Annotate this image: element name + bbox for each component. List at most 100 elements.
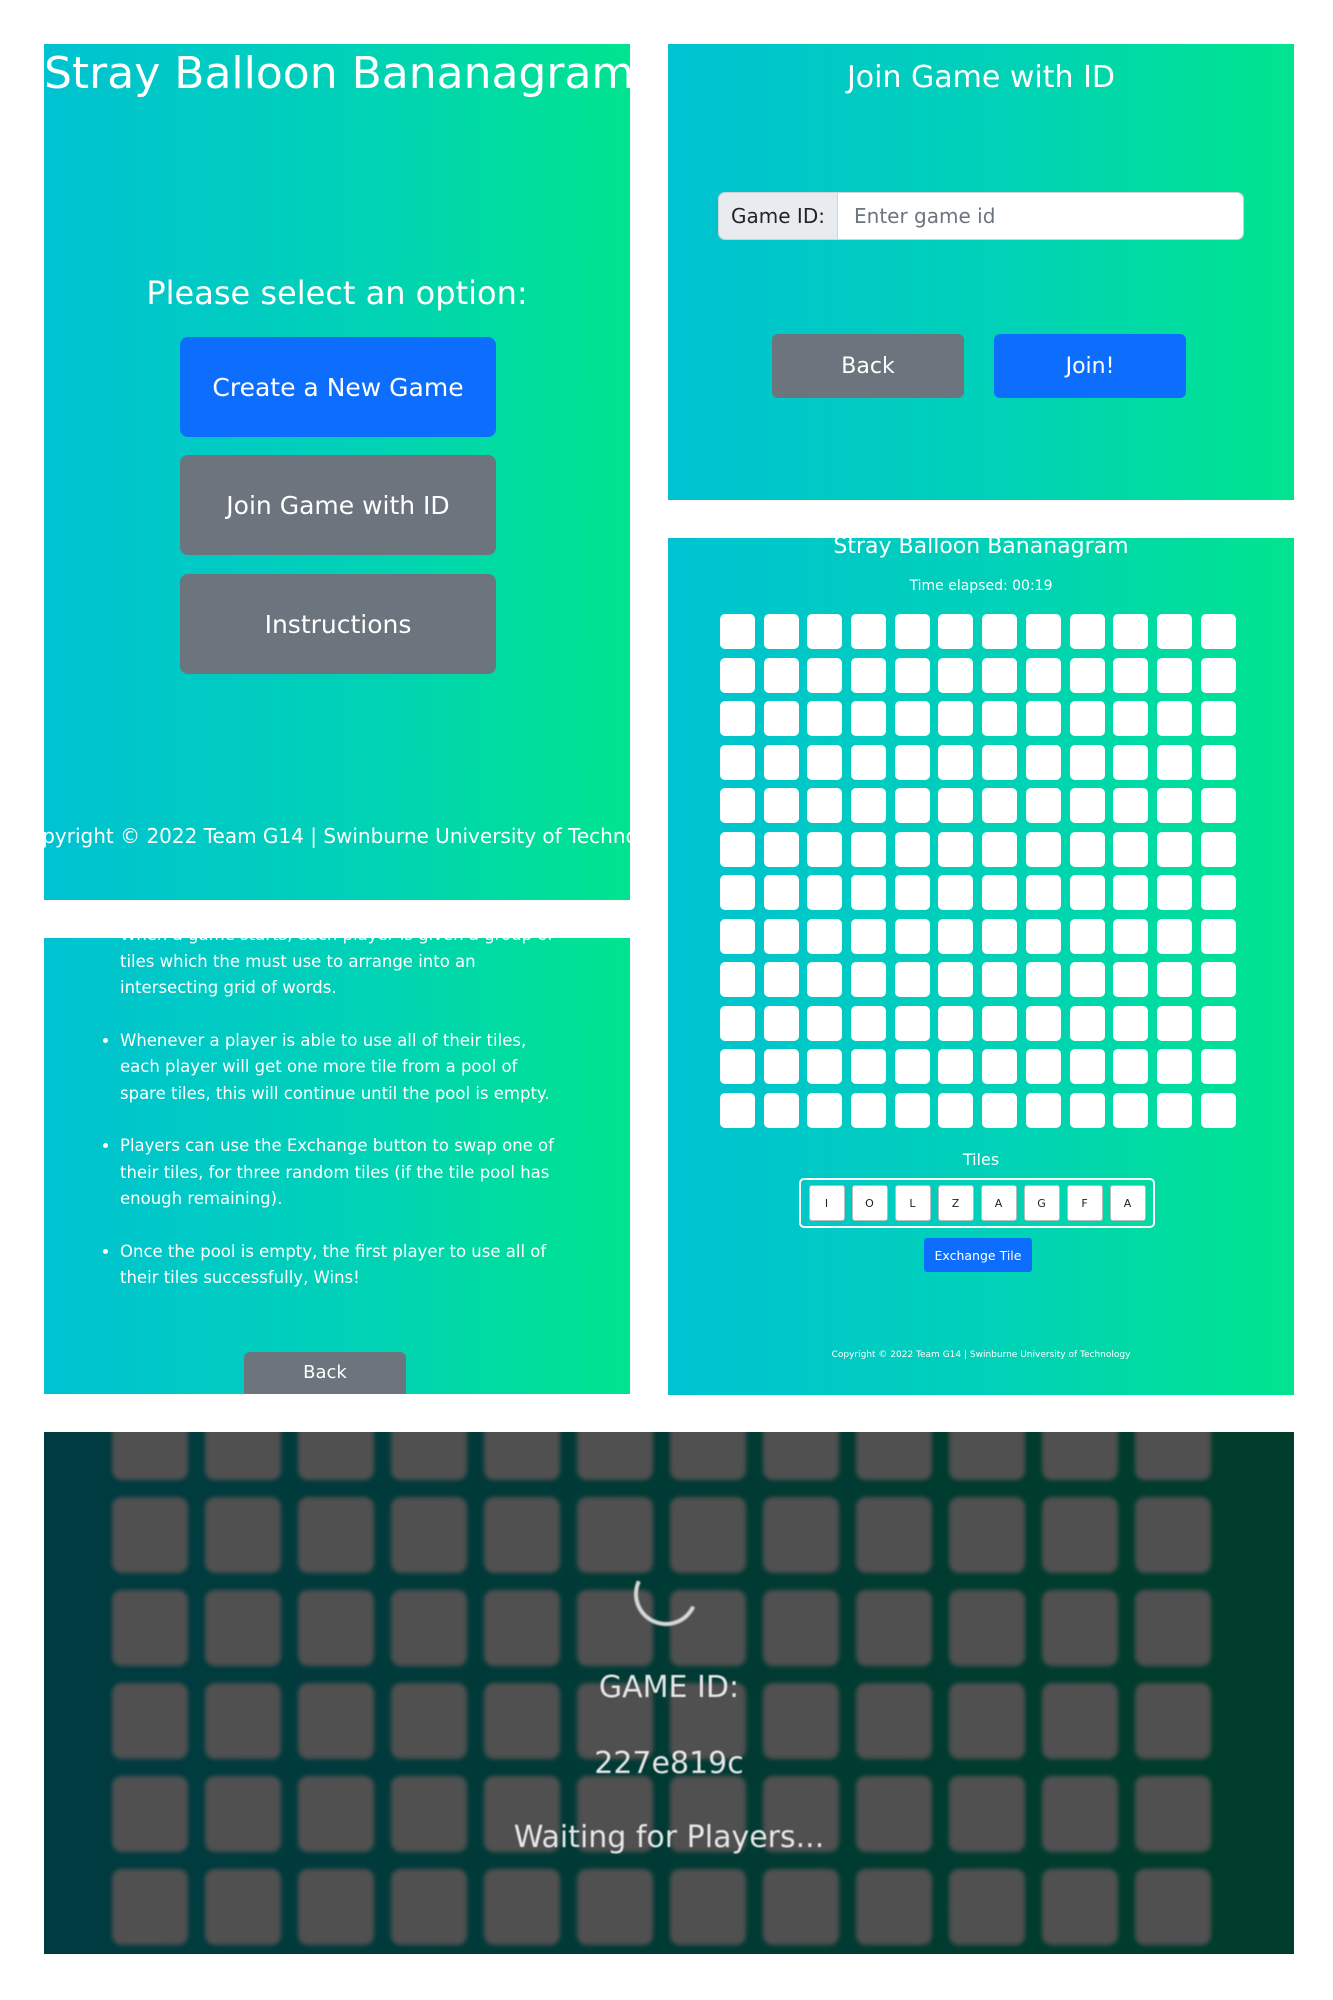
- board-cell[interactable]: [1069, 962, 1105, 997]
- board-cell[interactable]: [763, 962, 799, 997]
- board-cell[interactable]: [982, 1092, 1018, 1128]
- board-cell[interactable]: [807, 1005, 843, 1041]
- board-cell[interactable]: [938, 614, 974, 649]
- board-cell[interactable]: [938, 962, 974, 997]
- board-cell[interactable]: [1156, 1092, 1192, 1128]
- board-cell[interactable]: [1069, 1049, 1105, 1084]
- board-cell[interactable]: [1156, 701, 1192, 736]
- board-cell[interactable]: [1200, 744, 1236, 780]
- board-cell[interactable]: [763, 744, 799, 780]
- board-cell[interactable]: [763, 657, 799, 693]
- create-game-button[interactable]: Create a New Game: [180, 337, 496, 437]
- board-cell[interactable]: [1113, 1005, 1149, 1041]
- board-cell[interactable]: [851, 1049, 887, 1084]
- board-cell[interactable]: [1025, 657, 1061, 693]
- board-cell[interactable]: [1113, 831, 1149, 867]
- board-cell[interactable]: [851, 701, 887, 736]
- board-cell[interactable]: [894, 1092, 930, 1128]
- board-cell[interactable]: [1069, 1092, 1105, 1128]
- letter-tile[interactable]: G: [1023, 1185, 1060, 1221]
- board-cell[interactable]: [1113, 1049, 1149, 1084]
- board-cell[interactable]: [720, 1049, 755, 1084]
- back-button[interactable]: Back: [244, 1352, 406, 1394]
- board-cell[interactable]: [1069, 701, 1105, 736]
- board-cell[interactable]: [1069, 744, 1105, 780]
- board-cell[interactable]: [851, 744, 887, 780]
- board-cell[interactable]: [807, 788, 843, 823]
- board-cell[interactable]: [1113, 788, 1149, 823]
- board-cell[interactable]: [982, 788, 1018, 823]
- board-cell[interactable]: [807, 657, 843, 693]
- board-cell[interactable]: [1156, 657, 1192, 693]
- board-cell[interactable]: [763, 831, 799, 867]
- board-cell[interactable]: [894, 962, 930, 997]
- board-cell[interactable]: [1025, 614, 1061, 649]
- board-cell[interactable]: [982, 962, 1018, 997]
- board-cell[interactable]: [982, 744, 1018, 780]
- board-cell[interactable]: [1069, 918, 1105, 954]
- board-cell[interactable]: [1200, 918, 1236, 954]
- board-cell[interactable]: [851, 962, 887, 997]
- board-cell[interactable]: [720, 701, 755, 736]
- board-cell[interactable]: [1200, 1092, 1236, 1128]
- board-cell[interactable]: [807, 701, 843, 736]
- board-cell[interactable]: [1069, 788, 1105, 823]
- board-cell[interactable]: [1200, 614, 1236, 649]
- board-cell[interactable]: [1069, 614, 1105, 649]
- board-cell[interactable]: [1156, 614, 1192, 649]
- board-cell[interactable]: [938, 657, 974, 693]
- board-cell[interactable]: [1069, 1005, 1105, 1041]
- board-cell[interactable]: [720, 744, 755, 780]
- board-cell[interactable]: [763, 701, 799, 736]
- board-cell[interactable]: [894, 1005, 930, 1041]
- board-cell[interactable]: [763, 918, 799, 954]
- board-cell[interactable]: [982, 1049, 1018, 1084]
- board-cell[interactable]: [1113, 701, 1149, 736]
- board-cell[interactable]: [1200, 831, 1236, 867]
- board-cell[interactable]: [982, 657, 1018, 693]
- board-cell[interactable]: [720, 614, 755, 649]
- board-cell[interactable]: [1156, 918, 1192, 954]
- board-cell[interactable]: [763, 1092, 799, 1128]
- board-cell[interactable]: [1025, 788, 1061, 823]
- board-cell[interactable]: [1113, 875, 1149, 910]
- board-cell[interactable]: [1025, 875, 1061, 910]
- board-cell[interactable]: [851, 875, 887, 910]
- back-button[interactable]: Back: [772, 334, 964, 398]
- board-cell[interactable]: [1113, 744, 1149, 780]
- letter-tile[interactable]: I: [808, 1185, 845, 1221]
- board-cell[interactable]: [894, 918, 930, 954]
- board-cell[interactable]: [982, 1005, 1018, 1041]
- board-cell[interactable]: [720, 875, 755, 910]
- letter-tile[interactable]: A: [980, 1185, 1017, 1221]
- board-cell[interactable]: [894, 744, 930, 780]
- join-game-button[interactable]: Join Game with ID: [180, 455, 496, 555]
- board-cell[interactable]: [1025, 1005, 1061, 1041]
- board-cell[interactable]: [1200, 701, 1236, 736]
- board-cell[interactable]: [938, 875, 974, 910]
- board-cell[interactable]: [1025, 831, 1061, 867]
- board-cell[interactable]: [807, 962, 843, 997]
- board-cell[interactable]: [1156, 788, 1192, 823]
- board-cell[interactable]: [807, 918, 843, 954]
- board-cell[interactable]: [982, 875, 1018, 910]
- board-cell[interactable]: [1025, 1049, 1061, 1084]
- board-cell[interactable]: [720, 831, 755, 867]
- board-cell[interactable]: [1200, 788, 1236, 823]
- board-cell[interactable]: [720, 918, 755, 954]
- board-cell[interactable]: [807, 875, 843, 910]
- board-cell[interactable]: [938, 1092, 974, 1128]
- board-cell[interactable]: [851, 614, 887, 649]
- game-id-input[interactable]: [838, 193, 1243, 239]
- board-cell[interactable]: [851, 918, 887, 954]
- board-cell[interactable]: [807, 614, 843, 649]
- board-cell[interactable]: [1025, 744, 1061, 780]
- board-cell[interactable]: [1156, 831, 1192, 867]
- board-cell[interactable]: [982, 701, 1018, 736]
- board-cell[interactable]: [1113, 962, 1149, 997]
- board-cell[interactable]: [938, 744, 974, 780]
- board-cell[interactable]: [1156, 962, 1192, 997]
- board-cell[interactable]: [720, 788, 755, 823]
- board-cell[interactable]: [851, 788, 887, 823]
- board-cell[interactable]: [851, 831, 887, 867]
